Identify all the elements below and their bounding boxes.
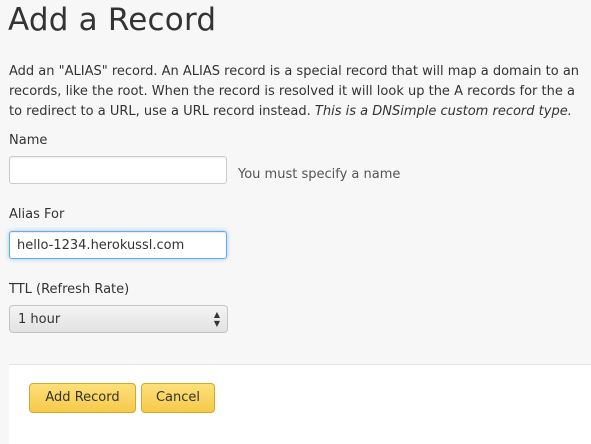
alias-for-label: Alias For	[9, 207, 65, 222]
name-input[interactable]	[9, 156, 227, 184]
ttl-select[interactable]: 1 hour ▲ ▼	[9, 305, 228, 333]
description-line-2: records, like the root. When the record …	[9, 84, 575, 99]
page-title: Add a Record	[8, 2, 217, 38]
cancel-button[interactable]: Cancel	[141, 383, 215, 413]
add-record-button[interactable]: Add Record	[29, 383, 136, 413]
arrow-down-icon: ▼	[213, 319, 221, 328]
name-label: Name	[9, 133, 48, 148]
record-description: Add an "ALIAS" record. An ALIAS record i…	[9, 62, 591, 122]
select-arrows-icon: ▲ ▼	[212, 310, 222, 328]
ttl-label: TTL (Refresh Rate)	[9, 282, 130, 297]
name-error-message: You must specify a name	[238, 167, 401, 182]
description-line-3: to redirect to a URL, use a URL record i…	[9, 102, 591, 122]
description-line-3-text: to redirect to a URL, use a URL record i…	[9, 104, 315, 119]
description-custom-type-note: This is a DNSimple custom record type.	[314, 104, 572, 119]
ttl-selected-value: 1 hour	[18, 312, 61, 327]
add-record-page: Add a Record Add an "ALIAS" record. An A…	[0, 0, 591, 444]
alias-for-input[interactable]	[9, 231, 227, 259]
description-line-1: Add an "ALIAS" record. An ALIAS record i…	[9, 64, 580, 79]
form-actions: Add Record Cancel	[9, 364, 591, 444]
arrow-up-icon: ▲	[213, 310, 221, 319]
